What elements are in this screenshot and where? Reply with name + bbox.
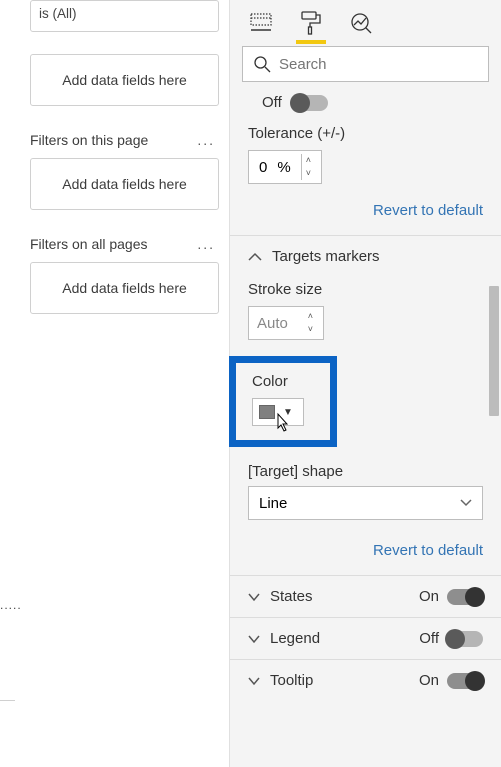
dropzone-label: Add data fields here — [62, 176, 187, 192]
states-label: States — [270, 588, 313, 605]
search-icon — [253, 55, 271, 73]
chevron-down-icon — [248, 634, 260, 644]
chevron-down-icon — [248, 676, 260, 686]
target-shape-select[interactable]: Line — [248, 486, 483, 520]
step-down-icon[interactable]: ˅ — [302, 167, 315, 180]
tab-fields[interactable] — [248, 10, 274, 36]
sync-toggle[interactable] — [292, 95, 328, 111]
chevron-up-icon — [248, 252, 262, 262]
fields-icon — [250, 13, 272, 33]
states-switch-label: On — [419, 588, 439, 605]
states-toggle[interactable] — [447, 589, 483, 605]
filters-all-label: Filters on all pages — [30, 236, 148, 252]
pane-tabs — [230, 6, 501, 44]
color-swatch — [259, 405, 275, 419]
legend-switch-label: Off — [419, 630, 439, 647]
tolerance-unit: % — [277, 159, 290, 176]
stroke-value: Auto — [257, 315, 288, 332]
filter-is-label: is (All) — [39, 5, 210, 23]
step-up-icon[interactable]: ˄ — [302, 154, 315, 167]
analytics-icon — [350, 12, 372, 34]
tolerance-value: 0 — [259, 159, 267, 176]
filters-page-label: Filters on this page — [30, 132, 148, 148]
dropzone-label: Add data fields here — [62, 72, 187, 88]
caret-down-icon: ▼ — [283, 407, 293, 418]
section-targets-markers[interactable]: Targets markers — [230, 235, 501, 277]
stroke-stepper[interactable]: ˄ ˅ — [304, 310, 317, 336]
sync-toggle-row: Off — [230, 92, 501, 123]
chevron-down-icon — [460, 499, 472, 507]
scrollbar-thumb[interactable] — [489, 286, 499, 416]
filter-card-target[interactable]: is (All) — [30, 0, 219, 32]
filters-page-header: Filters on this page ... — [30, 128, 219, 158]
dropzone-label: Add data fields here — [62, 280, 187, 296]
tooltip-label: Tooltip — [270, 672, 313, 689]
filters-pane: is (All) Add data fields here Filters on… — [0, 0, 229, 767]
stroke-label: Stroke size — [230, 277, 501, 306]
section-title: Targets markers — [272, 248, 380, 265]
tooltip-toggle[interactable] — [447, 673, 483, 689]
paint-roller-icon — [300, 11, 322, 35]
color-highlight-box: Color ▼ — [229, 356, 337, 447]
search-input[interactable] — [279, 56, 478, 73]
step-up-icon[interactable]: ˄ — [304, 310, 317, 323]
more-icon[interactable]: ... — [197, 132, 215, 148]
tolerance-label: Tolerance (+/-) — [230, 123, 501, 150]
section-legend[interactable]: Legend Off — [230, 617, 501, 659]
format-pane: Off Tolerance (+/-) 0 % ˄ ˅ Revert to de… — [229, 0, 501, 767]
step-down-icon[interactable]: ˅ — [304, 323, 317, 336]
search-input-wrap[interactable] — [242, 46, 489, 82]
shape-label: [Target] shape — [230, 457, 501, 486]
more-icon[interactable]: ... — [197, 236, 215, 252]
tolerance-stepper[interactable]: ˄ ˅ — [301, 154, 315, 180]
tab-analytics[interactable] — [348, 10, 374, 36]
shape-value: Line — [259, 495, 287, 512]
legend-toggle[interactable] — [447, 631, 483, 647]
chevron-down-icon — [248, 592, 260, 602]
section-states[interactable]: States On — [230, 575, 501, 617]
filters-all-header: Filters on all pages ... — [30, 232, 219, 262]
tooltip-switch-label: On — [419, 672, 439, 689]
dropzone-all-filters[interactable]: Add data fields here — [30, 262, 219, 314]
dropzone-visual-filters[interactable]: Add data fields here — [30, 54, 219, 106]
dropzone-page-filters[interactable]: Add data fields here — [30, 158, 219, 210]
section-tooltip[interactable]: Tooltip On — [230, 659, 501, 701]
stroke-size-input[interactable]: Auto ˄ ˅ — [248, 306, 324, 340]
legend-label: Legend — [270, 630, 320, 647]
color-picker[interactable]: ▼ — [252, 398, 304, 426]
tab-format[interactable] — [298, 10, 324, 36]
revert-link-2[interactable]: Revert to default — [230, 542, 501, 575]
tolerance-input[interactable]: 0 % ˄ ˅ — [248, 150, 322, 184]
sync-label: Off — [262, 94, 282, 111]
revert-link-1[interactable]: Revert to default — [230, 202, 501, 235]
color-label: Color — [252, 373, 308, 390]
